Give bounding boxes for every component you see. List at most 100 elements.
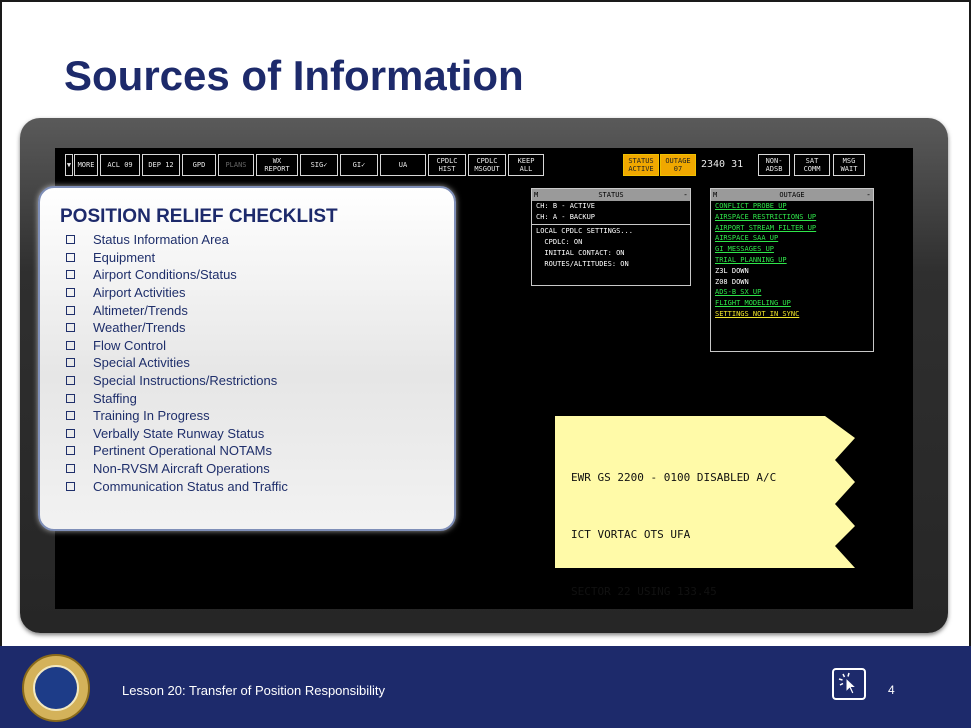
status-window-header[interactable]: M STATUS - [532, 189, 690, 201]
sticky-note-text: EWR GS 2200 - 0100 DISABLED A/C ICT VORT… [571, 430, 776, 639]
checklist-item: Verbally State Runway Status [66, 425, 288, 443]
checklist-item: Special Activities [66, 354, 288, 372]
checkbox-icon [66, 446, 75, 456]
outage-item: SETTINGS NOT IN SYNC [715, 309, 800, 318]
page-number: 4 [888, 683, 895, 697]
toolbar-dep-button[interactable]: DEP 12 [142, 154, 180, 176]
status-line: LOCAL CPDLC SETTINGS... [536, 227, 633, 235]
checklist-item: Special Instructions/Restrictions [66, 372, 288, 390]
toolbar-cpdlc-msgout-button[interactable]: CPDLC MSGOUT [468, 154, 506, 176]
checklist-item: Airport Activities [66, 284, 288, 302]
sticky-note-line: EWR GS 2200 - 0100 DISABLED A/C [571, 471, 777, 484]
outage-item: AIRPORT STREAM FILTER UP [715, 223, 817, 232]
checkbox-icon [66, 235, 75, 245]
checklist-item: Airport Conditions/Status [66, 266, 288, 284]
checklist-item: Pertinent Operational NOTAMs [66, 442, 288, 460]
checklist-item: Training In Progress [66, 407, 288, 425]
position-relief-checklist: POSITION RELIEF CHECKLIST Status Informa… [38, 186, 456, 531]
checklist-item-label: Equipment [93, 249, 156, 265]
checklist-item-label: Pertinent Operational NOTAMs [93, 443, 272, 459]
outage-item: GI MESSAGES UP [715, 245, 775, 254]
checkbox-icon [66, 464, 75, 474]
toolbar-more-button[interactable]: MORE [74, 154, 98, 176]
faa-seal-center [33, 665, 79, 711]
checklist-item-label: Flow Control [93, 337, 166, 353]
toolbar-plans-button[interactable]: PLANS [218, 154, 254, 176]
checklist-item-label: Weather/Trends [93, 320, 186, 336]
checklist-item-label: Communication Status and Traffic [93, 478, 288, 494]
checklist-item-label: Airport Activities [93, 285, 186, 301]
outage-list: CONFLICT PROBE UP AIRSPACE RESTRICTIONS U… [711, 201, 873, 320]
status-window[interactable]: M STATUS - CH: B - ACTIVE CH: A - BACKUP… [531, 188, 691, 286]
checkbox-icon [66, 323, 75, 333]
checklist-item-label: Altimeter/Trends [93, 302, 188, 318]
checkbox-icon [66, 288, 75, 298]
checkbox-icon [66, 481, 75, 491]
outage-item: Z08 DOWN [715, 277, 749, 286]
status-line: CPDLC: ON [536, 238, 583, 246]
outage-item: AIRSPACE RESTRICTIONS UP [715, 212, 817, 221]
lesson-title: Lesson 20: Transfer of Position Responsi… [122, 683, 386, 698]
toolbar-wx-report-button[interactable]: WX REPORT [256, 154, 298, 176]
toolbar-msg-wait-button[interactable]: MSG WAIT [833, 154, 865, 176]
toolbar-sig-button[interactable]: SIG✓ [300, 154, 338, 176]
status-line: ROUTES/ALTITUDES: ON [536, 260, 629, 268]
checklist-item-label: Status Information Area [93, 232, 229, 248]
checkbox-icon [66, 411, 75, 421]
checklist-item: Status Information Area [66, 231, 288, 249]
checklist-item: Staffing [66, 389, 288, 407]
checklist-item-label: Training In Progress [93, 408, 210, 424]
checklist-items: Status Information Area Equipment Airport … [66, 231, 288, 495]
toolbar-collapse-button[interactable]: ▼ [65, 154, 73, 176]
toolbar-gi-button[interactable]: GI✓ [340, 154, 378, 176]
outage-window-title: OUTAGE [779, 191, 805, 199]
sticky-note-line: SECTOR 22 USING 133.45 [571, 585, 717, 598]
outage-window-minimize-icon[interactable]: - [866, 189, 871, 201]
checkbox-icon [66, 393, 75, 403]
toolbar-sat-comm-button[interactable]: SAT COMM [794, 154, 830, 176]
toolbar-acl-button[interactable]: ACL 09 [100, 154, 140, 176]
toolbar-outage-button[interactable]: OUTAGE 07 [660, 154, 696, 176]
outage-item: CONFLICT PROBE UP [715, 202, 787, 210]
toolbar-cpdlc-hist-button[interactable]: CPDLC HIST [428, 154, 466, 176]
status-line: CH: B - ACTIVE [536, 202, 596, 210]
outage-item: TRIAL PLANNING UP [715, 255, 787, 264]
outage-item: ADS-B SX UP [715, 288, 762, 297]
toolbar-non-adsb-button[interactable]: NON- ADSB [758, 154, 790, 176]
checklist-item: Equipment [66, 249, 288, 267]
checkbox-icon [66, 340, 75, 350]
slide-title: Sources of Information [64, 52, 524, 99]
footer-bar: Lesson 20: Transfer of Position Responsi… [0, 646, 971, 728]
cursor-click-icon[interactable] [832, 668, 866, 700]
toolbar-status-button[interactable]: STATUS ACTIVE [623, 154, 659, 176]
faa-seal-icon [22, 654, 90, 722]
toolbar-time-display: 2340 31 [701, 159, 744, 170]
checklist-item-label: Verbally State Runway Status [93, 425, 265, 441]
checklist-item: Altimeter/Trends [66, 301, 288, 319]
checkbox-icon [66, 252, 75, 262]
outage-window-header[interactable]: M OUTAGE - [711, 189, 873, 201]
checkbox-icon [66, 270, 75, 280]
checklist-item-label: Special Activities [93, 355, 190, 371]
checkbox-icon [66, 358, 75, 368]
status-window-title: STATUS [598, 191, 624, 199]
checkbox-icon [66, 428, 75, 438]
checklist-item: Non-RVSM Aircraft Operations [66, 460, 288, 478]
sticky-note-line: ICT VORTAC OTS UFA [571, 528, 691, 541]
toolbar-keep-all-button[interactable]: KEEP ALL [508, 154, 544, 176]
outage-item: FLIGHT MODELING UP [715, 299, 791, 308]
outage-item: AIRSPACE SAA UP [715, 234, 779, 243]
checklist-item-label: Special Instructions/Restrictions [93, 373, 278, 389]
eram-toolbar: ▼ MORE ACL 09 DEP 12 GPD PLANS WX REPORT… [65, 152, 905, 178]
checklist-item-label: Non-RVSM Aircraft Operations [93, 461, 270, 477]
checklist-item: Weather/Trends [66, 319, 288, 337]
toolbar-gpd-button[interactable]: GPD [182, 154, 216, 176]
checkbox-icon [66, 376, 75, 386]
checklist-item: Communication Status and Traffic [66, 477, 288, 495]
outage-window[interactable]: M OUTAGE - CONFLICT PROBE UP AIRSPACE RES… [710, 188, 874, 352]
status-window-minimize-icon[interactable]: - [683, 189, 688, 201]
status-line: CH: A - BACKUP [536, 213, 596, 221]
toolbar-ua-button[interactable]: UA [380, 154, 426, 176]
sticky-note: EWR GS 2200 - 0100 DISABLED A/C ICT VORT… [555, 416, 855, 598]
checklist-title: POSITION RELIEF CHECKLIST [60, 206, 338, 227]
